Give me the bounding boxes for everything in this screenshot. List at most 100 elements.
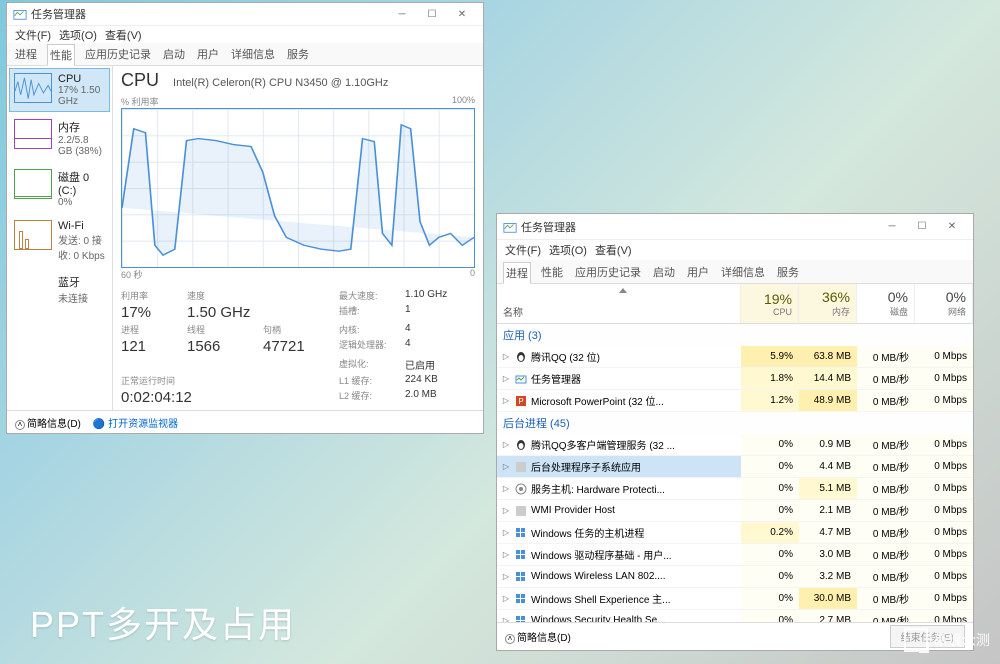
expand-arrow-icon[interactable]: ▷ <box>501 352 511 361</box>
col-memory[interactable]: 36%内存 <box>799 284 857 323</box>
process-name: Windows Shell Experience 主... <box>531 591 671 606</box>
cpu-thumb-icon <box>14 73 52 103</box>
process-row[interactable]: ▷Windows Security Health Se...0%2.7 MB0 … <box>497 610 973 622</box>
window-title: 任务管理器 <box>31 6 387 22</box>
tab-performance[interactable]: 性能 <box>539 262 565 282</box>
network-value: 0 Mbps <box>915 478 973 499</box>
expand-arrow-icon[interactable]: ▷ <box>501 396 511 405</box>
open-resource-monitor-link[interactable]: 🔵 打开资源监视器 <box>93 415 178 430</box>
tab-services[interactable]: 服务 <box>775 262 801 282</box>
cpu-value: 0% <box>741 566 799 587</box>
proc-footer: ˄简略信息(D) 结束任务(E) <box>497 622 973 650</box>
expand-arrow-icon[interactable]: ▷ <box>501 484 511 493</box>
cpu-value: 0% <box>741 588 799 609</box>
menu-file[interactable]: 文件(F) <box>13 27 53 43</box>
tab-services[interactable]: 服务 <box>285 44 311 64</box>
tab-apphistory[interactable]: 应用历史记录 <box>573 262 643 282</box>
process-table-header: 名称 19%CPU 36%内存 0%磁盘 0%网络 <box>497 284 973 324</box>
maximize-button[interactable]: ☐ <box>417 3 447 25</box>
network-value: 0 Mbps <box>915 610 973 622</box>
fewer-details-button[interactable]: ˄简略信息(D) <box>15 415 81 430</box>
process-icon <box>515 571 527 583</box>
process-name: Windows 任务的主机进程 <box>531 525 644 540</box>
menu-view[interactable]: 查看(V) <box>103 27 144 43</box>
process-row[interactable]: ▷腾讯QQ多客户端管理服务 (32 ...0%0.9 MB0 MB/秒0 Mbp… <box>497 434 973 456</box>
tabbar: 进程 性能 应用历史记录 启动 用户 详细信息 服务 <box>7 43 483 66</box>
process-icon <box>515 505 527 517</box>
expand-arrow-icon[interactable]: ▷ <box>501 374 511 383</box>
expand-arrow-icon[interactable]: ▷ <box>501 462 511 471</box>
close-button[interactable]: ✕ <box>447 3 477 25</box>
cpu-value: 0% <box>741 434 799 455</box>
process-row[interactable]: ▷服务主机: Hardware Protecti...0%5.1 MB0 MB/… <box>497 478 973 500</box>
tab-details[interactable]: 详细信息 <box>229 44 277 64</box>
disk-value: 0 MB/秒 <box>857 566 915 587</box>
fewer-details-button[interactable]: ˄简略信息(D) <box>505 629 571 644</box>
tab-apphistory[interactable]: 应用历史记录 <box>83 44 153 64</box>
expand-arrow-icon[interactable]: ▷ <box>501 572 511 581</box>
process-row[interactable]: ▷PMicrosoft PowerPoint (32 位...1.2%48.9 … <box>497 390 973 412</box>
tab-users[interactable]: 用户 <box>685 262 711 282</box>
tab-users[interactable]: 用户 <box>195 44 221 64</box>
watermark-icon <box>904 628 928 652</box>
process-row[interactable]: ▷WMI Provider Host0%2.1 MB0 MB/秒0 Mbps <box>497 500 973 522</box>
process-row[interactable]: ▷任务管理器1.8%14.4 MB0 MB/秒0 Mbps <box>497 368 973 390</box>
menu-file[interactable]: 文件(F) <box>503 242 543 258</box>
memory-value: 48.9 MB <box>799 390 857 411</box>
network-value: 0 Mbps <box>915 390 973 411</box>
menu-view[interactable]: 查看(V) <box>593 242 634 258</box>
side-bluetooth[interactable]: 蓝牙未连接 <box>9 269 110 310</box>
menu-options[interactable]: 选项(O) <box>57 27 99 43</box>
process-name: 服务主机: Hardware Protecti... <box>531 481 665 496</box>
col-network[interactable]: 0%网络 <box>915 284 973 323</box>
tab-startup[interactable]: 启动 <box>161 44 187 64</box>
cpu-chart <box>121 108 475 268</box>
tab-processes[interactable]: 进程 <box>13 44 39 64</box>
side-cpu[interactable]: CPU17% 1.50 GHz <box>9 68 110 112</box>
process-icon <box>515 461 527 473</box>
process-row[interactable]: ▷Windows Wireless LAN 802....0%3.2 MB0 M… <box>497 566 973 588</box>
expand-arrow-icon[interactable]: ▷ <box>501 440 511 449</box>
close-button[interactable]: ✕ <box>937 216 967 238</box>
tab-startup[interactable]: 启动 <box>651 262 677 282</box>
process-name: 腾讯QQ多客户端管理服务 (32 ... <box>531 437 675 452</box>
col-disk[interactable]: 0%磁盘 <box>857 284 915 323</box>
process-row[interactable]: ▷Windows 驱动程序基础 - 用户...0%3.0 MB0 MB/秒0 M… <box>497 544 973 566</box>
process-count: 121 <box>121 338 181 355</box>
tab-performance[interactable]: 性能 <box>47 44 75 66</box>
process-row[interactable]: ▷Windows Shell Experience 主...0%30.0 MB0… <box>497 588 973 610</box>
expand-arrow-icon[interactable]: ▷ <box>501 550 511 559</box>
menubar: 文件(F) 选项(O) 查看(V) <box>7 26 483 43</box>
process-row[interactable]: ▷腾讯QQ (32 位)5.9%63.8 MB0 MB/秒0 Mbps <box>497 346 973 368</box>
side-disk[interactable]: 磁盘 0 (C:)0% <box>9 164 110 213</box>
expand-arrow-icon[interactable]: ▷ <box>501 594 511 603</box>
wifi-thumb-icon <box>14 220 52 250</box>
process-row[interactable]: ▷Windows 任务的主机进程0.2%4.7 MB0 MB/秒0 Mbps <box>497 522 973 544</box>
minimize-button[interactable]: ─ <box>387 3 417 25</box>
titlebar[interactable]: 任务管理器 ─ ☐ ✕ <box>7 3 483 26</box>
thread-count: 1566 <box>187 338 257 355</box>
col-name[interactable]: 名称 <box>497 284 741 323</box>
side-memory[interactable]: 内存2.2/5.8 GB (38%) <box>9 114 110 162</box>
tab-processes[interactable]: 进程 <box>503 262 531 284</box>
image-caption: PPT多开及占用 <box>30 596 296 648</box>
handle-count: 47721 <box>263 338 333 355</box>
col-cpu[interactable]: 19%CPU <box>741 284 799 323</box>
maximize-button[interactable]: ☐ <box>907 216 937 238</box>
disk-thumb-icon <box>14 169 52 199</box>
side-wifi[interactable]: Wi-Fi发送: 0 接收: 0 Kbps <box>9 215 110 267</box>
memory-value: 3.0 MB <box>799 544 857 565</box>
collapse-icon: ˄ <box>15 420 25 430</box>
minimize-button[interactable]: ─ <box>877 216 907 238</box>
process-list[interactable]: 应用 (3)▷腾讯QQ (32 位)5.9%63.8 MB0 MB/秒0 Mbp… <box>497 324 973 622</box>
titlebar[interactable]: 任务管理器 ─ ☐ ✕ <box>497 214 973 240</box>
tab-details[interactable]: 详细信息 <box>719 262 767 282</box>
expand-arrow-icon[interactable]: ▷ <box>501 506 511 515</box>
task-manager-performance-window: 任务管理器 ─ ☐ ✕ 文件(F) 选项(O) 查看(V) 进程 性能 应用历史… <box>6 2 484 434</box>
watermark: 新浪众测 <box>904 628 990 652</box>
disk-value: 0 MB/秒 <box>857 478 915 499</box>
uptime: 0:02:04:12 <box>121 389 333 406</box>
expand-arrow-icon[interactable]: ▷ <box>501 528 511 537</box>
process-row[interactable]: ▷后台处理程序子系统应用0%4.4 MB0 MB/秒0 Mbps <box>497 456 973 478</box>
menu-options[interactable]: 选项(O) <box>547 242 589 258</box>
